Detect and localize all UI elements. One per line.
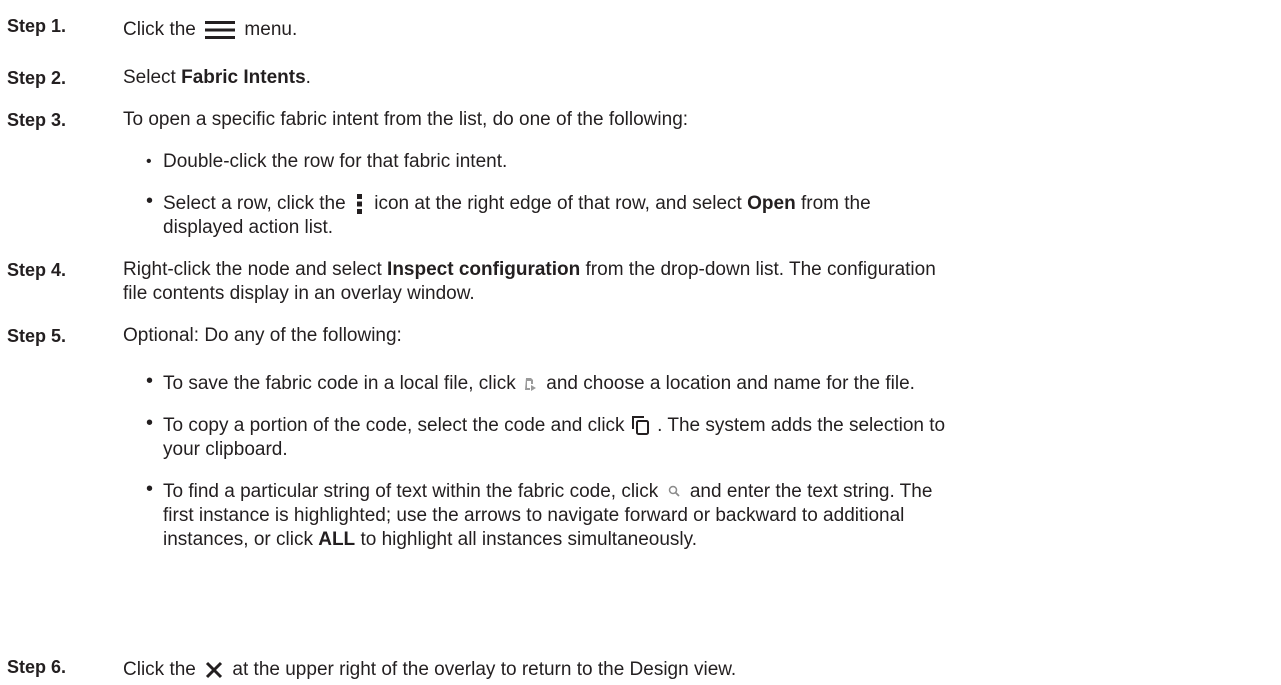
ui-term: Inspect configuration	[387, 259, 581, 280]
ui-term: Fabric Intents	[181, 67, 306, 88]
text-part: file contents display in an overlay wind…	[123, 283, 475, 304]
step-text-part: Select	[123, 67, 176, 88]
text-part: To copy a portion of the code, select th…	[163, 415, 625, 436]
step-text-part: Click the	[123, 19, 196, 40]
close-icon	[205, 661, 223, 679]
hamburger-menu-icon	[205, 20, 236, 39]
text-part: To find a particular string of text with…	[163, 481, 659, 502]
text-part: first instance is highlighted; use the a…	[163, 505, 905, 526]
list-item-text: Double-click the row for that fabric int…	[163, 151, 508, 172]
text-part: . The system adds the selection to	[657, 415, 946, 436]
step-label: Step 6.	[7, 657, 67, 677]
step-label: Step 4.	[7, 260, 67, 280]
text-part: instances, or click	[163, 529, 313, 550]
text-part: To save the fabric code in a local file,…	[163, 373, 516, 394]
step-text: Select Fabric Intents.	[123, 66, 1273, 90]
step-label: Step 3.	[7, 110, 67, 130]
step-label: Step 2.	[7, 68, 67, 88]
bullet-icon: •	[146, 153, 152, 170]
text-part: from the	[800, 193, 871, 214]
text-part: Select a row, click the	[163, 193, 346, 214]
step-text: Click the menu.	[123, 18, 1273, 42]
bullet-icon: •	[146, 478, 154, 500]
procedure-document: Step 1. Click the menu. Step 2. Select F…	[0, 0, 1281, 685]
text-part: icon at the right edge of that row, and …	[374, 193, 742, 214]
step-text: Optional: Do any of the following:	[123, 325, 402, 346]
bullet-icon: •	[146, 370, 154, 392]
step-text-part: .	[305, 67, 311, 88]
ui-term: Open	[747, 193, 796, 214]
text-part: and choose a location and name for the f…	[546, 373, 915, 394]
text-part: Click the	[123, 659, 196, 680]
kebab-menu-icon	[356, 193, 363, 214]
text-part: at the upper right of the overlay to ret…	[232, 659, 737, 680]
text-part: your clipboard.	[163, 439, 288, 460]
step-label: Step 1.	[7, 16, 67, 36]
ui-term: ALL	[318, 529, 356, 550]
list-item-text: To copy a portion of the code, select th…	[163, 414, 1273, 462]
bullet-icon: •	[146, 190, 154, 212]
search-icon	[668, 485, 681, 498]
text-part: displayed action list.	[163, 217, 334, 238]
step-label: Step 5.	[7, 326, 67, 346]
step-text: Click the at the upper right of the over…	[123, 658, 1273, 682]
text-part: from the drop-down list. The configurati…	[585, 259, 936, 280]
text-part: Right-click the node and select	[123, 259, 382, 280]
save-file-icon	[525, 377, 537, 391]
text-part: to highlight all instances simultaneousl…	[360, 529, 698, 550]
bullet-icon: •	[146, 412, 154, 434]
text-part: and enter the text string. The	[689, 481, 933, 502]
step-text-part: menu.	[244, 19, 298, 40]
list-item-text: Select a row, click the icon at the righ…	[163, 192, 1273, 240]
step-text: To open a specific fabric intent from th…	[123, 109, 689, 130]
list-item-text: To save the fabric code in a local file,…	[163, 372, 1273, 396]
list-item-text: To find a particular string of text with…	[163, 480, 1273, 552]
copy-icon	[631, 416, 650, 436]
step-text: Right-click the node and select Inspect …	[123, 258, 1273, 306]
